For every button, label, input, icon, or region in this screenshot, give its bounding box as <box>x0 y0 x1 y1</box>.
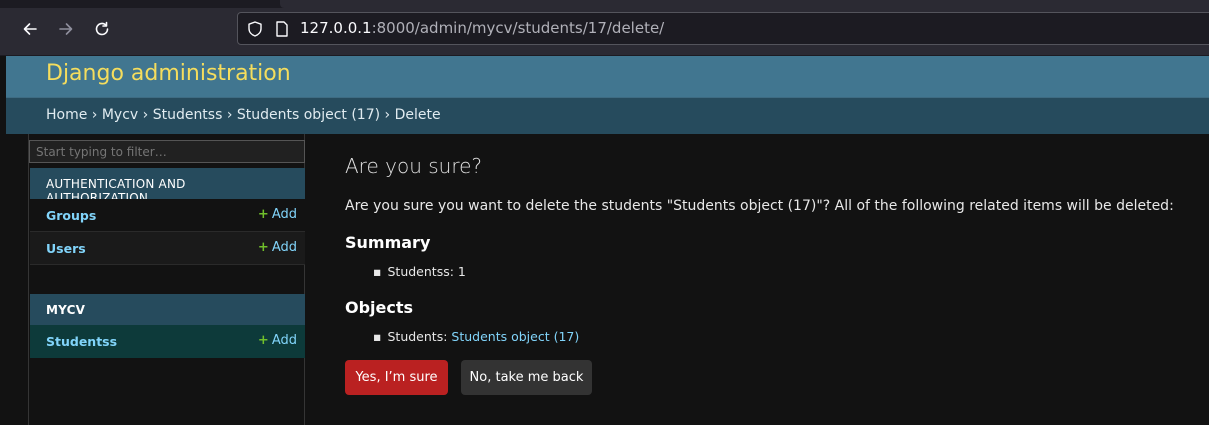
add-label: Add <box>271 240 297 255</box>
objects-list: Students: Students object (17) <box>373 329 579 344</box>
tab-strip <box>0 0 1209 8</box>
cancel-button[interactable]: No, take me back <box>461 360 592 395</box>
back-arrow-icon[interactable] <box>17 16 43 42</box>
page-icon <box>276 21 288 37</box>
studentss-add-link[interactable]: + Add <box>258 333 297 348</box>
confirm-delete-button[interactable]: Yes, I’m sure <box>345 360 448 395</box>
page-title: Are you sure? <box>345 154 483 178</box>
add-label: Add <box>271 207 297 222</box>
url-text[interactable]: 127.0.0.1:8000/admin/mycv/students/17/de… <box>300 19 664 37</box>
browser-toolbar: 127.0.0.1:8000/admin/mycv/students/17/de… <box>0 0 1209 56</box>
shield-icon[interactable] <box>246 20 264 38</box>
url-path: :8000/admin/mycv/students/17/delete/ <box>371 19 665 37</box>
users-link[interactable]: Users <box>46 241 86 256</box>
module-caption-mycv[interactable]: MYCV <box>30 294 305 325</box>
object-type-label: Students: <box>387 329 452 344</box>
list-item: Students: Students object (17) <box>373 329 579 344</box>
users-add-link[interactable]: + Add <box>258 240 297 255</box>
object-link[interactable]: Students object (17) <box>451 329 579 344</box>
add-label: Add <box>271 333 297 348</box>
summary-list: Studentss: 1 <box>373 264 465 279</box>
groups-link[interactable]: Groups <box>46 208 96 223</box>
url-host: 127.0.0.1 <box>300 19 372 37</box>
main-content: Are you sure? Are you sure you want to d… <box>345 134 1205 425</box>
breadcrumb: Home › Mycv › Studentss › Students objec… <box>6 97 1209 134</box>
sidebar-item-groups: Groups + Add <box>30 199 305 232</box>
reload-icon[interactable] <box>89 16 115 42</box>
forward-arrow-icon[interactable] <box>53 16 79 42</box>
groups-add-link[interactable]: + Add <box>258 207 297 222</box>
add-plus-icon: + <box>257 333 269 348</box>
sidebar-filter-input[interactable] <box>29 140 305 163</box>
breadcrumb-text[interactable]: Home › Mycv › Studentss › Students objec… <box>46 107 441 123</box>
confirm-question: Are you sure you want to delete the stud… <box>345 198 1174 214</box>
tab-edge <box>280 0 1209 8</box>
add-plus-icon: + <box>257 207 269 222</box>
summary-heading: Summary <box>345 233 431 252</box>
add-plus-icon: + <box>257 240 269 255</box>
list-item: Studentss: 1 <box>373 264 465 279</box>
sidebar-item-users: Users + Add <box>30 232 305 265</box>
module-caption-auth[interactable]: AUTHENTICATION AND AUTHORIZATION <box>30 168 305 205</box>
url-bar[interactable]: 127.0.0.1:8000/admin/mycv/students/17/de… <box>237 12 1209 45</box>
sidebar-item-studentss: Studentss + Add <box>30 325 305 358</box>
admin-header: Django administration <box>6 56 1209 97</box>
objects-heading: Objects <box>345 298 414 317</box>
nav-sidebar: AUTHENTICATION AND AUTHORIZATION Groups … <box>28 134 305 425</box>
studentss-link[interactable]: Studentss <box>46 334 117 349</box>
site-brand[interactable]: Django administration <box>46 61 291 86</box>
